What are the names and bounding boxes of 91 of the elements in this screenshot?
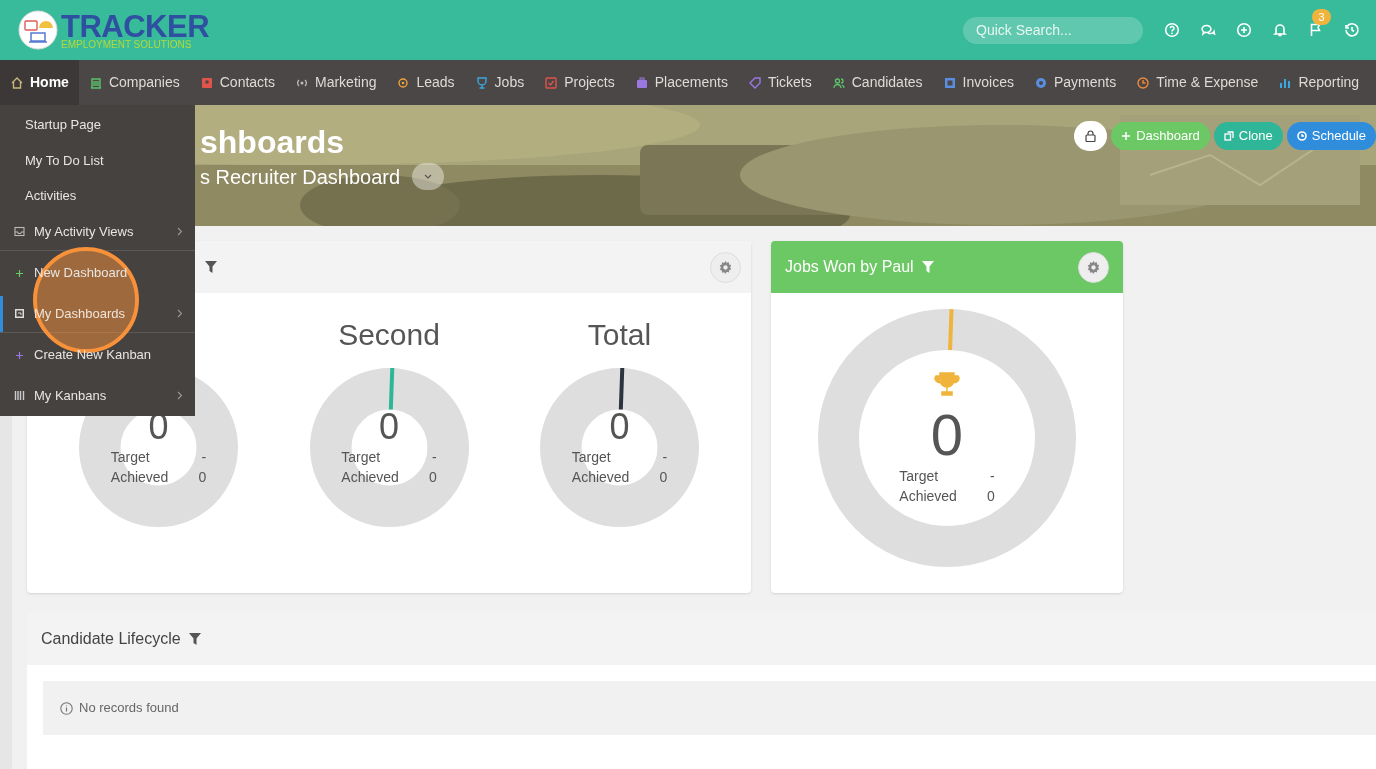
copy-icon: [1223, 131, 1234, 141]
chevron-right-icon: [177, 309, 183, 318]
tag-icon: [747, 75, 762, 90]
nav-tab[interactable]: Payments: [1023, 60, 1127, 105]
menu-item[interactable]: Create New Kanban: [0, 332, 195, 378]
dropdown-button[interactable]: [412, 163, 445, 190]
plus-icon: [14, 267, 25, 279]
target-value: -: [661, 447, 668, 467]
history-icon[interactable]: [1344, 22, 1360, 38]
add-icon[interactable]: [1236, 22, 1252, 38]
inbox-icon: [14, 226, 25, 237]
document-icon: [942, 75, 957, 90]
logo-icon: [18, 10, 58, 50]
achieved-label: Achieved: [571, 467, 630, 487]
nav-tab[interactable]: Companies: [78, 60, 190, 105]
gauge-title: Total: [587, 318, 652, 353]
nav-tab[interactable]: Jobs: [464, 60, 535, 105]
target-label: Target: [341, 447, 382, 467]
nav-tab[interactable]: Contacts: [189, 60, 285, 105]
gauge-value: 0: [930, 406, 964, 464]
achieved-label: Achieved: [341, 467, 399, 487]
achieved-value: 0: [198, 467, 207, 487]
chevron-right-icon: [177, 391, 183, 400]
dashboard-name: s Recruiter Dashboard: [200, 164, 401, 190]
target-value: -: [989, 467, 995, 486]
gauge-value: 0: [379, 408, 399, 445]
nav-tab[interactable]: Reporting: [1268, 60, 1370, 105]
lock-icon: [1085, 130, 1097, 142]
chat-icon[interactable]: [1200, 22, 1216, 38]
nav-tab[interactable]: Placements: [624, 60, 738, 105]
notification-badge: 3: [1312, 9, 1331, 25]
achieved-label: Achieved: [110, 467, 169, 487]
chevron-right-icon: [177, 227, 183, 236]
coin-icon: [1033, 75, 1048, 90]
logo-subtitle: EMPLOYMENT SOLUTIONS: [61, 39, 193, 50]
target-label: Target: [899, 467, 940, 486]
building-icon: [88, 75, 103, 90]
menu-item[interactable]: Activities: [0, 178, 195, 214]
plus-icon: [1121, 131, 1132, 141]
nav-tab[interactable]: Tickets: [737, 60, 822, 105]
nav-tab[interactable]: Time & Expense: [1126, 60, 1269, 105]
achieved-value: 0: [986, 487, 995, 506]
filter-icon: [188, 633, 201, 645]
columns-icon: [14, 390, 25, 401]
page-title: shboards: [200, 123, 346, 161]
panel-title: Candidate Lifecycle: [41, 629, 181, 649]
trophy-icon: [933, 370, 961, 398]
settings-icon: [718, 259, 733, 275]
achieved-label: Achieved: [899, 487, 957, 506]
schedule-button[interactable]: Schedule: [1286, 122, 1376, 150]
clock-icon: [1136, 75, 1151, 90]
menu-item[interactable]: New Dashboard: [0, 250, 195, 296]
target-label: Target: [571, 447, 612, 467]
nav-tab[interactable]: Leads: [386, 60, 465, 105]
gauge-title: Second: [338, 318, 440, 353]
chevron-down-icon: [424, 173, 433, 180]
settings-button[interactable]: [710, 251, 741, 283]
contact-card-icon: [199, 75, 214, 90]
nav-tab[interactable]: Candidates: [821, 60, 933, 105]
nav-tab[interactable]: Invoices: [932, 60, 1024, 105]
menu-item[interactable]: Startup Page: [0, 107, 195, 143]
menu-item[interactable]: My Kanbans: [0, 377, 195, 414]
checkbox-icon: [544, 75, 559, 90]
briefcase-icon: [634, 75, 649, 90]
settings-icon: [1086, 259, 1101, 275]
card-title: Jobs Won by Paul: [785, 257, 914, 277]
settings-button[interactable]: [1078, 251, 1109, 283]
menu-item[interactable]: My Activity Views: [0, 213, 195, 250]
achieved-value: 0: [659, 467, 668, 487]
empty-message: No records found: [79, 699, 179, 718]
nav-tab[interactable]: Marketing: [285, 60, 387, 105]
target-value: -: [200, 447, 207, 467]
filter-icon: [921, 261, 934, 273]
target-value: -: [431, 447, 437, 467]
nav-tab[interactable]: Projects: [534, 60, 625, 105]
trophy-icon: [474, 75, 489, 90]
menu-item[interactable]: My To Do List: [0, 142, 195, 178]
clock-icon: [1296, 131, 1307, 141]
plus-icon: [14, 349, 25, 361]
nav-tab[interactable]: Home: [0, 60, 79, 105]
achieved-value: 0: [428, 467, 437, 487]
home-icon: [10, 75, 24, 90]
target-icon: [396, 75, 411, 90]
gauge-value: 0: [609, 408, 630, 445]
info-icon: [60, 701, 73, 715]
bell-icon[interactable]: [1272, 22, 1288, 38]
people-icon: [831, 75, 846, 90]
dashboard-icon: [14, 308, 25, 319]
help-icon[interactable]: [1164, 22, 1180, 38]
target-label: Target: [110, 447, 151, 467]
filter-icon: [205, 261, 217, 273]
